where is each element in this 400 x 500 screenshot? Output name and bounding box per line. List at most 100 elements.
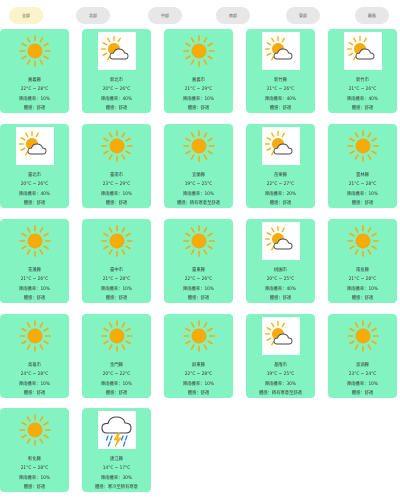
comfort-index: 體感：舒適: [269, 105, 292, 111]
city-weather-card[interactable]: 屏東縣 22°C ~ 28°C 降雨機率：10% 體感：舒適: [164, 314, 233, 398]
city-weather-details: 苗栗縣 22°C ~ 27°C 降雨機率：20% 體感：舒適: [246, 171, 315, 208]
comfort-index: 體感：舒適: [23, 295, 46, 301]
comfort-index: 體感：舒適: [23, 200, 46, 206]
rain-probability: 降雨機率：10%: [182, 191, 215, 197]
city-weather-details: 新竹市 21°C ~ 26°C 降雨機率：40% 體感：舒適: [328, 76, 397, 113]
sun-icon: [98, 317, 136, 355]
temperature-range: 21°C ~ 26°C: [348, 87, 377, 93]
city-weather-details: 彰化縣 21°C ~ 28°C 降雨機率：10% 體感：舒適: [0, 455, 69, 492]
city-name: 金門縣: [110, 363, 123, 368]
city-weather-card[interactable]: 嘉義市 21°C ~ 29°C 降雨機率：10% 體感：舒適: [164, 29, 233, 113]
tab-4[interactable]: 東部: [286, 7, 320, 24]
sun-icon: [98, 222, 136, 260]
sun-icon: [180, 317, 218, 355]
comfort-index: 體感：舒適: [351, 390, 374, 396]
city-weather-details: 桃園市 20°C ~ 25°C 降雨機率：40% 體感：舒適: [246, 266, 315, 303]
city-weather-details: 金門縣 20°C ~ 22°C 降雨機率：10% 體感：舒適: [82, 361, 151, 398]
region-tab-bar: 全部 北部 中部 南部 東部 離島: [0, 7, 400, 25]
partly-cloudy-icon: [261, 32, 300, 70]
comfort-index: 體感：舒適: [351, 105, 374, 111]
comfort-index: 體感：舒適: [269, 200, 292, 206]
city-weather-details: 屏東縣 22°C ~ 28°C 降雨機率：10% 體感：舒適: [164, 361, 233, 398]
city-weather-card[interactable]: 雲林縣 21°C ~ 28°C 降雨機率：10% 體感：舒適: [328, 124, 397, 208]
rain-probability: 降雨機率：10%: [100, 381, 133, 387]
city-weather-card[interactable]: 桃園市 20°C ~ 25°C 降雨機率：40% 體感：舒適: [246, 219, 315, 303]
rain-probability: 降雨機率：10%: [18, 286, 51, 292]
rain-probability: 降雨機率：40%: [346, 96, 379, 102]
rain-probability: 降雨機率：10%: [18, 475, 51, 481]
temperature-range: 21°C ~ 26°C: [20, 277, 49, 283]
tab-5[interactable]: 離島: [355, 7, 389, 24]
comfort-index: 體感：舒適: [105, 390, 128, 396]
city-weather-details: 臺中市 21°C ~ 28°C 降雨機率：10% 體感：舒適: [82, 266, 151, 303]
tab-3[interactable]: 南部: [216, 7, 250, 24]
city-weather-card[interactable]: 新竹縣 21°C ~ 26°C 降雨機率：40% 體感：舒適: [246, 29, 315, 113]
city-weather-card[interactable]: 基隆市 19°C ~ 25°C 降雨機率：30% 體感：稍有寒意至舒適: [246, 314, 315, 398]
city-weather-card[interactable]: 花蓮縣 21°C ~ 26°C 降雨機率：10% 體感：舒適: [0, 219, 69, 303]
city-name: 基隆市: [274, 363, 287, 368]
temperature-range: 23°C ~ 24°C: [348, 372, 377, 378]
tab-1[interactable]: 北部: [76, 7, 110, 24]
city-weather-details: 新竹縣 21°C ~ 26°C 降雨機率：40% 體感：舒適: [246, 76, 315, 113]
comfort-index: 體感：寒冷至稍有寒意: [95, 484, 138, 490]
city-weather-card[interactable]: 宜蘭縣 19°C ~ 25°C 降雨機率：10% 體感：稍有寒意至舒適: [164, 124, 233, 208]
partly-cloudy-icon: [97, 32, 136, 70]
city-weather-card[interactable]: 臺北市 20°C ~ 26°C 降雨機率：40% 體感：舒適: [0, 124, 69, 208]
rain-probability: 降雨機率：10%: [346, 286, 379, 292]
city-name: 嘉義縣: [28, 78, 41, 83]
temperature-range: 21°C ~ 28°C: [20, 466, 49, 472]
sun-icon: [344, 222, 382, 260]
city-weather-card[interactable]: 澎湖縣 23°C ~ 24°C 降雨機率：10% 體感：舒適: [328, 314, 397, 398]
comfort-index: 體感：舒適: [105, 105, 128, 111]
city-weather-card[interactable]: 臺東縣 22°C ~ 26°C 降雨機率：10% 體感：舒適: [164, 219, 233, 303]
city-weather-details: 澎湖縣 23°C ~ 24°C 降雨機率：10% 體感：舒適: [328, 361, 397, 398]
city-weather-card[interactable]: 彰化縣 21°C ~ 28°C 降雨機率：10% 體感：舒適: [0, 408, 69, 492]
city-weather-card[interactable]: 臺南市 23°C ~ 29°C 降雨機率：10% 體感：舒適: [82, 124, 151, 208]
thunderstorm-icon: [97, 411, 136, 449]
comfort-index: 體感：稍有寒意至舒適: [259, 390, 302, 396]
city-name: 新北市: [110, 78, 123, 83]
temperature-range: 21°C ~ 28°C: [102, 277, 131, 283]
rain-probability: 降雨機率：10%: [182, 96, 215, 102]
temperature-range: 22°C ~ 27°C: [266, 182, 295, 188]
sun-icon: [344, 127, 382, 165]
sun-icon: [344, 317, 382, 355]
city-name: 澎湖縣: [356, 363, 369, 368]
temperature-range: 19°C ~ 25°C: [184, 182, 213, 188]
comfort-index: 體感：稍有寒意至舒適: [177, 200, 220, 206]
city-weather-card[interactable]: 臺中市 21°C ~ 28°C 降雨機率：10% 體感：舒適: [82, 219, 151, 303]
sun-icon: [180, 222, 218, 260]
rain-probability: 降雨機率：30%: [264, 381, 297, 387]
sun-icon: [16, 222, 54, 260]
city-weather-card[interactable]: 連江縣 14°C ~ 17°C 降雨機率：30% 體感：寒冷至稍有寒意: [82, 408, 151, 492]
temperature-range: 20°C ~ 22°C: [102, 372, 131, 378]
city-weather-card[interactable]: 苗栗縣 22°C ~ 27°C 降雨機率：20% 體感：舒適: [246, 124, 315, 208]
comfort-index: 體感：舒適: [351, 200, 374, 206]
city-weather-details: 新北市 20°C ~ 26°C 降雨機率：40% 體感：舒適: [82, 76, 151, 113]
temperature-range: 22°C ~ 26°C: [184, 277, 213, 283]
temperature-range: 14°C ~ 17°C: [102, 466, 131, 472]
rain-probability: 降雨機率：40%: [18, 191, 51, 197]
city-weather-card[interactable]: 高雄市 24°C ~ 28°C 降雨機率：10% 體感：舒適: [0, 314, 69, 398]
city-name: 臺北市: [28, 173, 41, 178]
comfort-index: 體感：舒適: [105, 295, 128, 301]
rain-probability: 降雨機率：10%: [182, 286, 215, 292]
city-name: 嘉義市: [192, 78, 205, 83]
sun-icon: [16, 317, 54, 355]
city-weather-details: 嘉義縣 22°C ~ 28°C 降雨機率：10% 體感：舒適: [0, 76, 69, 113]
city-weather-details: 花蓮縣 21°C ~ 26°C 降雨機率：10% 體感：舒適: [0, 266, 69, 303]
city-weather-card[interactable]: 南投縣 21°C ~ 28°C 降雨機率：10% 體感：舒適: [328, 219, 397, 303]
city-weather-card[interactable]: 新竹市 21°C ~ 26°C 降雨機率：40% 體感：舒適: [328, 29, 397, 113]
city-name: 臺東縣: [192, 268, 205, 273]
city-weather-details: 基隆市 19°C ~ 25°C 降雨機率：30% 體感：稍有寒意至舒適: [246, 361, 315, 398]
city-weather-card[interactable]: 金門縣 20°C ~ 22°C 降雨機率：10% 體感：舒適: [82, 314, 151, 398]
city-weather-details: 嘉義市 21°C ~ 29°C 降雨機率：10% 體感：舒適: [164, 76, 233, 113]
tab-0[interactable]: 全部: [9, 7, 43, 24]
rain-probability: 降雨機率：10%: [182, 381, 215, 387]
city-weather-card[interactable]: 新北市 20°C ~ 26°C 降雨機率：40% 體感：舒適: [82, 29, 151, 113]
temperature-range: 21°C ~ 28°C: [348, 277, 377, 283]
tab-2[interactable]: 中部: [148, 7, 182, 24]
city-weather-card[interactable]: 嘉義縣 22°C ~ 28°C 降雨機率：10% 體感：舒適: [0, 29, 69, 113]
city-name: 桃園市: [274, 268, 287, 273]
city-weather-details: 雲林縣 21°C ~ 28°C 降雨機率：10% 體感：舒適: [328, 171, 397, 208]
